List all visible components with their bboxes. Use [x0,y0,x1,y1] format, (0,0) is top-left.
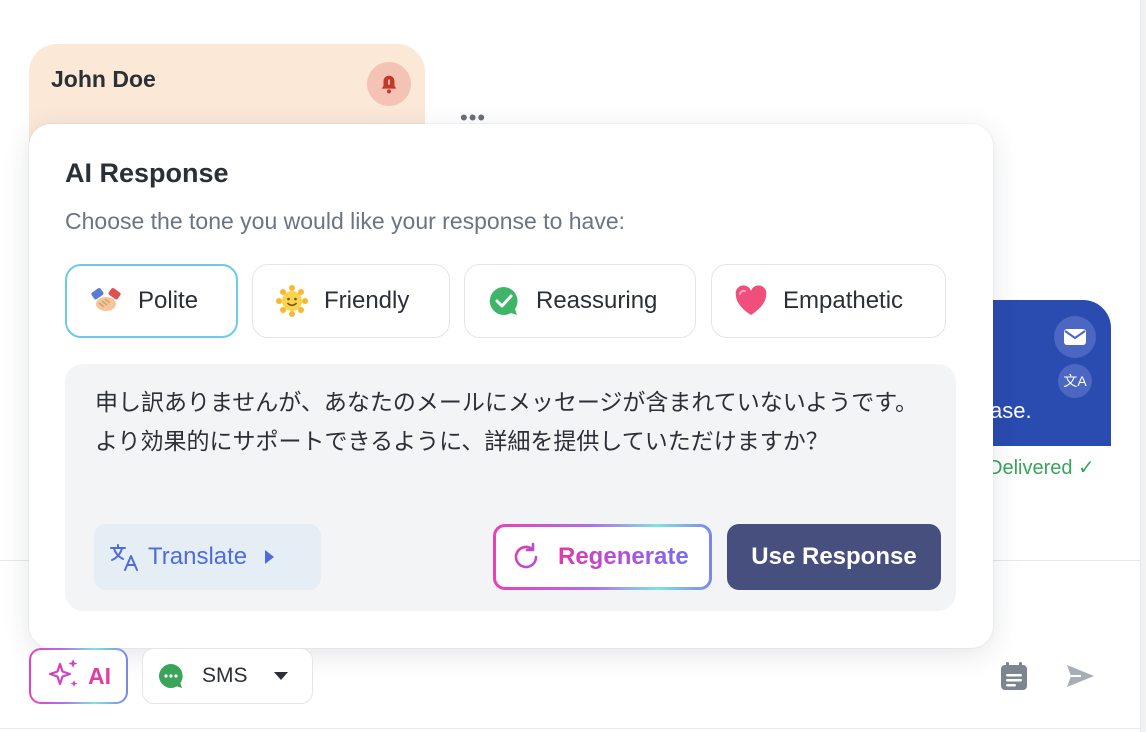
mail-icon[interactable] [1054,316,1096,358]
chat-screen: John Doe ••• 文A ase. Delivered ✓ AI Resp… [0,0,1146,732]
smiling-sun-icon [275,284,309,318]
bell-icon[interactable] [367,62,411,106]
ai-response-popup: AI Response Choose the tone you would li… [29,124,993,648]
tone-polite-button[interactable]: Polite [65,264,238,338]
regenerate-label: Regenerate [558,543,689,570]
translate-button[interactable]: Translate [94,524,321,590]
chevron-down-icon [273,672,288,680]
ai-button-inner: AI [31,650,126,702]
check-icon: ✓ [1078,457,1095,479]
regenerate-inner: Regenerate [496,527,709,587]
translate-icon [108,541,140,573]
sparkles-icon [46,656,82,697]
response-box: 申し訳ありませんが、あなたのメールにメッセージが含まれていないようです。より効果… [65,364,956,611]
response-text: 申し訳ありませんが、あなたのメールにメッセージが含まれていないようです。より効果… [95,390,918,455]
more-options-icon[interactable]: ••• [460,107,486,129]
ai-button[interactable]: AI [29,648,128,704]
channel-label: SMS [202,664,248,687]
bottom-border [0,728,1140,729]
tone-reassuring-button[interactable]: Reassuring [464,264,696,338]
scrollbar-track[interactable] [1140,0,1146,732]
ai-label: AI [88,662,111,689]
regenerate-button[interactable]: Regenerate [493,524,712,590]
popup-subtitle: Choose the tone you would like your resp… [65,208,626,234]
message-bubble: 文A ase. [975,300,1111,446]
translate-small-icon[interactable]: 文A [1058,364,1092,398]
check-bubble-icon [487,284,521,318]
translate-label: Translate [148,543,248,570]
channel-select[interactable]: SMS [142,648,313,704]
popup-title: AI Response [65,158,229,188]
delivered-label: Delivered [988,457,1073,479]
heart-icon [734,284,768,318]
tone-polite-label: Polite [138,287,199,314]
caret-right-icon [265,550,275,564]
sms-bubble-icon [157,662,185,690]
schedule-calendar-icon[interactable] [998,660,1030,692]
tone-reassuring-label: Reassuring [536,287,658,314]
send-icon[interactable] [1064,660,1096,692]
contact-name: John Doe [51,66,156,92]
use-response-button[interactable]: Use Response [727,524,941,590]
refresh-icon [510,541,542,573]
tone-empathetic-button[interactable]: Empathetic [711,264,946,338]
tone-friendly-button[interactable]: Friendly [252,264,450,338]
handshake-icon [89,284,123,318]
message-text: ase. [990,398,1032,423]
delivered-status: Delivered ✓ [988,455,1095,480]
tone-friendly-label: Friendly [324,287,410,314]
tone-empathetic-label: Empathetic [783,287,904,314]
